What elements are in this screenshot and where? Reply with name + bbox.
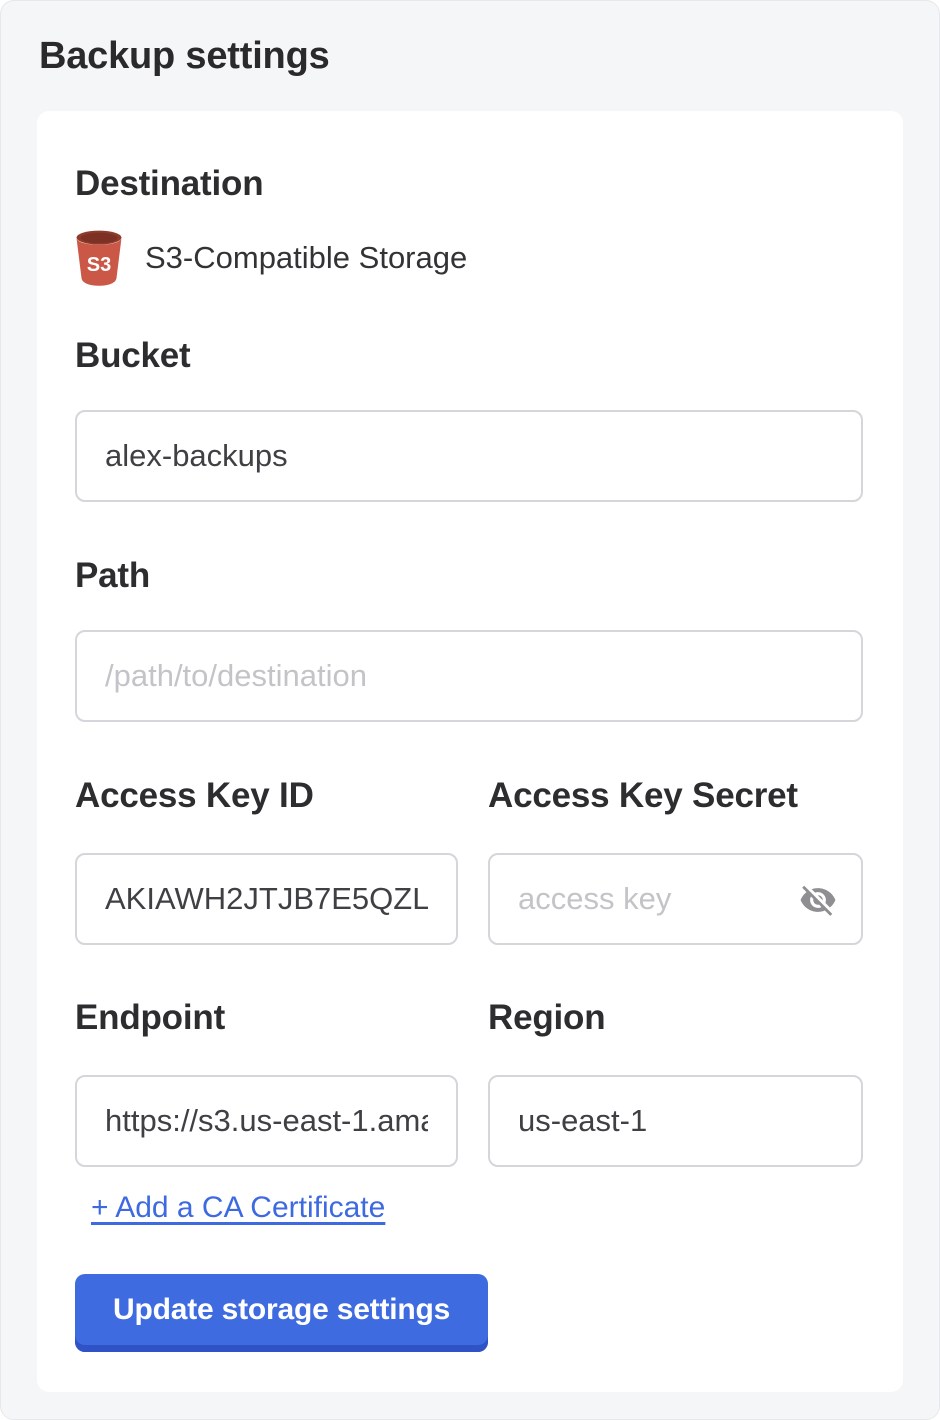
add-ca-certificate-link[interactable]: + Add a CA Certificate bbox=[91, 1191, 385, 1225]
eye-off-icon[interactable] bbox=[799, 881, 837, 919]
bucket-input[interactable] bbox=[75, 410, 863, 502]
backup-settings-card: Destination S3 S3-Compatible Storage Buc… bbox=[37, 111, 903, 1392]
access-key-id-field: Access Key ID bbox=[75, 778, 458, 945]
destination-value-row: S3 S3-Compatible Storage bbox=[75, 230, 863, 286]
path-label: Path bbox=[75, 558, 863, 594]
endpoint-input[interactable] bbox=[75, 1075, 458, 1167]
svg-text:S3: S3 bbox=[87, 254, 111, 276]
backup-settings-page: Backup settings Destination S3 S3-Compat… bbox=[0, 0, 940, 1420]
endpoint-region-row: Endpoint Region bbox=[75, 1000, 863, 1167]
access-key-id-label: Access Key ID bbox=[75, 778, 458, 814]
destination-value: S3-Compatible Storage bbox=[145, 240, 467, 276]
access-key-secret-field: Access Key Secret bbox=[488, 778, 863, 945]
endpoint-field: Endpoint bbox=[75, 1000, 458, 1167]
access-keys-row: Access Key ID Access Key Secret bbox=[75, 778, 863, 945]
region-label: Region bbox=[488, 1000, 863, 1036]
update-storage-settings-button[interactable]: Update storage settings bbox=[75, 1274, 488, 1352]
access-key-id-input[interactable] bbox=[75, 853, 458, 945]
page-title: Backup settings bbox=[39, 33, 901, 79]
path-input[interactable] bbox=[75, 630, 863, 722]
s3-bucket-icon: S3 bbox=[75, 230, 123, 286]
region-field: Region bbox=[488, 1000, 863, 1167]
region-input[interactable] bbox=[488, 1075, 863, 1167]
endpoint-label: Endpoint bbox=[75, 1000, 458, 1036]
bucket-label: Bucket bbox=[75, 338, 863, 374]
access-key-secret-label: Access Key Secret bbox=[488, 778, 863, 814]
destination-label: Destination bbox=[75, 166, 863, 202]
